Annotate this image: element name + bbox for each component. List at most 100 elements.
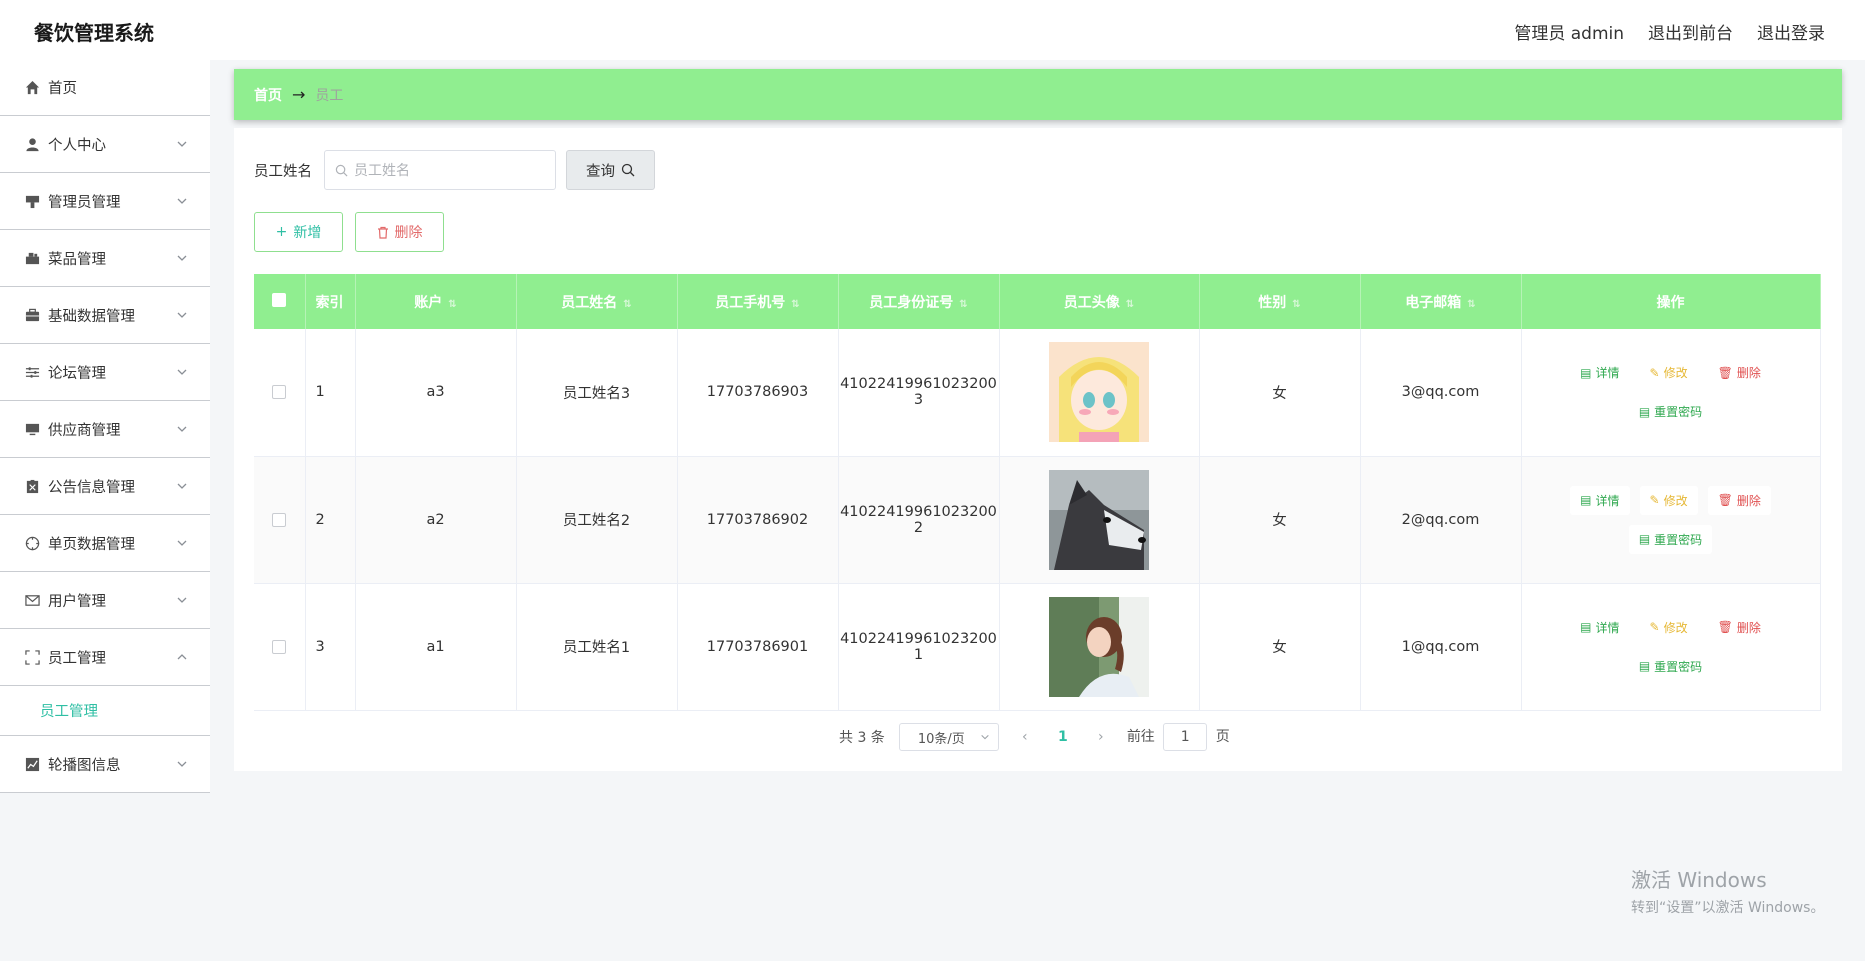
edit-button[interactable]: ✎ 修改 — [1639, 485, 1698, 515]
delete-label: 删除 — [1736, 493, 1761, 508]
cell-email: 3@qq.com — [1360, 329, 1522, 457]
sidebar-item-home[interactable]: 首页 — [0, 60, 210, 116]
sidebar-item-user-management[interactable]: 用户管理 — [0, 572, 210, 629]
trash-icon — [377, 226, 388, 239]
cell-operations: ▤ 详情 ✎ 修改 🗑 删除 ▤ 重置密码 — [1521, 456, 1821, 584]
document-icon: ▤ — [1638, 659, 1651, 673]
edit-label: 修改 — [1663, 493, 1688, 508]
girl-portrait-avatar[interactable] — [1049, 596, 1149, 697]
cell-name: 员工姓名3 — [516, 329, 678, 457]
column-header-email[interactable]: 电子邮箱 ⇅ — [1360, 274, 1522, 329]
chevron-down-icon — [177, 198, 187, 204]
column-header-account[interactable]: 账户 ⇅ — [355, 274, 517, 329]
reset-password-button[interactable]: ▤ 重置密码 — [1628, 397, 1713, 427]
goto-prefix: 前往 — [1126, 729, 1155, 745]
dish-icon — [24, 250, 40, 266]
breadcrumb: 首页 → 员工 — [234, 69, 1842, 120]
select-all-checkbox[interactable] — [254, 274, 306, 329]
sidebar-item-label: 轮播图信息 — [48, 757, 121, 774]
search-icon — [335, 164, 348, 176]
delete-label: 删除 — [1736, 620, 1761, 635]
sidebar-subitem-staff-management[interactable]: 员工管理 — [0, 686, 210, 736]
breadcrumb-home[interactable]: 首页 — [254, 85, 282, 105]
cell-operations: ▤ 详情 ✎ 修改 🗑 删除 ▤ 重置密码 — [1521, 329, 1821, 457]
edit-button[interactable]: ✎ 修改 — [1639, 358, 1698, 388]
anime-girl-avatar[interactable] — [1049, 342, 1149, 443]
sort-icon[interactable]: ⇅ — [1126, 299, 1134, 310]
id-number-line: 2 — [913, 519, 924, 536]
cell-account: a1 — [355, 583, 517, 711]
cell-id-number: 41022419961023200 3 — [838, 329, 1000, 457]
column-header-avatar[interactable]: 员工头像 ⇅ — [999, 274, 1200, 329]
reset-password-button[interactable]: ▤ 重置密码 — [1628, 524, 1713, 554]
cell-id-number: 41022419961023200 1 — [838, 583, 1000, 711]
cell-index: 1 — [305, 329, 356, 457]
add-button[interactable]: + 新增 — [254, 212, 343, 252]
notice-icon — [24, 478, 40, 494]
logout-link[interactable]: 退出登录 — [1757, 19, 1825, 44]
edit-button[interactable]: ✎ 修改 — [1639, 612, 1698, 642]
page-size-select[interactable]: 10条/页 — [898, 723, 999, 751]
row-checkbox-cell[interactable] — [254, 456, 306, 584]
sidebar-item-label: 管理员管理 — [48, 194, 121, 211]
cell-name: 员工姓名1 — [516, 583, 678, 711]
row-checkbox[interactable] — [272, 639, 287, 654]
column-header-gender[interactable]: 性别 ⇅ — [1199, 274, 1361, 329]
column-header-id-number[interactable]: 员工身份证号 ⇅ — [838, 274, 1000, 329]
page-number-current[interactable]: 1 — [1051, 729, 1075, 745]
top-header: 餐饮管理系统 管理员 admin 退出到前台 退出登录 — [0, 0, 1865, 60]
reset-label: 重置密码 — [1654, 405, 1703, 420]
sort-icon[interactable]: ⇅ — [623, 299, 631, 310]
sidebar-item-staff-management[interactable]: 员工管理 — [0, 629, 210, 686]
delete-button[interactable]: 🗑 删除 — [1707, 612, 1771, 642]
sidebar-item-label: 员工管理 — [48, 650, 106, 667]
header-label: 员工手机号 — [715, 294, 786, 311]
detail-button[interactable]: ▤ 详情 — [1570, 612, 1630, 642]
next-page-button[interactable]: › — [1089, 729, 1113, 745]
search-input[interactable]: 员工姓名 — [324, 150, 556, 190]
row-checkbox-cell[interactable] — [254, 583, 306, 711]
sidebar-item-base-data-management[interactable]: 基础数据管理 — [0, 287, 210, 344]
sidebar-item-label: 用户管理 — [48, 593, 106, 610]
sort-icon[interactable]: ⇅ — [959, 299, 967, 310]
exit-to-front-link[interactable]: 退出到前台 — [1648, 19, 1733, 44]
batch-delete-button[interactable]: 删除 — [355, 212, 444, 252]
plus-icon: + — [275, 224, 288, 240]
trash-icon: 🗑 — [1717, 493, 1733, 507]
sidebar-item-carousel-info[interactable]: 轮播图信息 — [0, 736, 210, 793]
sidebar-item-supplier-management[interactable]: 供应商管理 — [0, 401, 210, 458]
row-checkbox[interactable] — [272, 385, 287, 400]
row-checkbox-cell[interactable] — [254, 329, 306, 457]
delete-button[interactable]: 🗑 删除 — [1707, 485, 1771, 515]
column-header-name[interactable]: 员工姓名 ⇅ — [516, 274, 678, 329]
sidebar-item-dish-management[interactable]: 菜品管理 — [0, 230, 210, 287]
admin-user-label[interactable]: 管理员 admin — [1514, 19, 1624, 44]
sidebar-item-admin-management[interactable]: 管理员管理 — [0, 173, 210, 230]
sort-icon[interactable]: ⇅ — [448, 299, 456, 310]
sidebar-item-personal-center[interactable]: 个人中心 — [0, 116, 210, 173]
chevron-down-icon — [177, 312, 187, 318]
goto-page-input[interactable]: 1 — [1163, 723, 1208, 751]
row-checkbox[interactable] — [272, 512, 287, 527]
sidebar-item-single-page-data[interactable]: 单页数据管理 — [0, 515, 210, 572]
column-header-phone[interactable]: 员工手机号 ⇅ — [677, 274, 839, 329]
delete-button[interactable]: 🗑 删除 — [1707, 358, 1771, 388]
sidebar-item-forum-management[interactable]: 论坛管理 — [0, 344, 210, 401]
sort-icon[interactable]: ⇅ — [1467, 299, 1475, 310]
cell-index: 3 — [305, 583, 356, 711]
sort-icon[interactable]: ⇅ — [791, 299, 799, 310]
id-number-line: 1 — [913, 646, 924, 663]
prev-page-button[interactable]: ‹ — [1013, 729, 1037, 745]
action-row: + 新增 删除 — [254, 212, 444, 252]
add-button-label: 新增 — [293, 225, 322, 241]
detail-button[interactable]: ▤ 详情 — [1570, 485, 1630, 515]
table-row: 3 a1 员工姓名1 17703786901 41022419961023200… — [254, 583, 1821, 711]
reset-password-button[interactable]: ▤ 重置密码 — [1628, 651, 1713, 681]
detail-button[interactable]: ▤ 详情 — [1570, 358, 1630, 388]
detail-label: 详情 — [1595, 493, 1620, 508]
husky-dog-avatar[interactable] — [1049, 469, 1149, 570]
sort-icon[interactable]: ⇅ — [1292, 299, 1300, 310]
cell-avatar — [999, 456, 1200, 584]
sidebar-item-notice-management[interactable]: 公告信息管理 — [0, 458, 210, 515]
query-button[interactable]: 查询 — [566, 150, 655, 190]
